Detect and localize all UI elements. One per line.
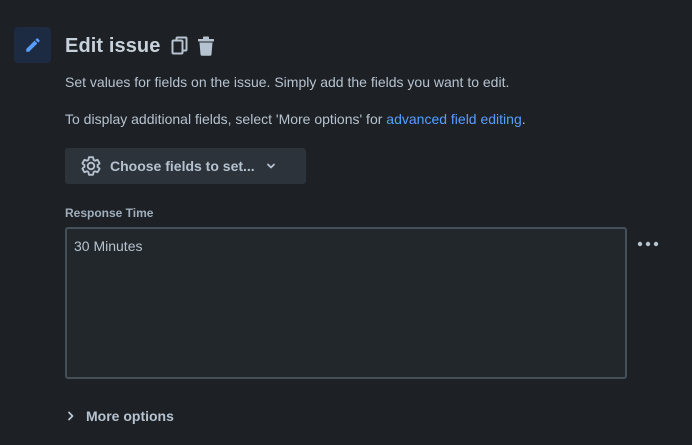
trash-icon[interactable] xyxy=(196,35,216,57)
description-line-1: Set values for fields on the issue. Simp… xyxy=(65,74,510,90)
gear-icon xyxy=(80,155,102,177)
chevron-right-icon xyxy=(64,409,78,423)
response-time-label: Response Time xyxy=(65,206,154,220)
response-time-field[interactable]: 30 Minutes xyxy=(65,227,627,379)
choose-fields-button[interactable]: Choose fields to set... xyxy=(65,148,306,184)
copy-icon[interactable] xyxy=(170,35,190,57)
pencil-icon xyxy=(14,27,51,63)
description-line-2: To display additional fields, select 'Mo… xyxy=(65,111,526,127)
title-actions xyxy=(170,35,216,57)
pencil-icon-svg xyxy=(25,38,40,52)
response-time-value: 30 Minutes xyxy=(74,238,143,254)
description-line-2-prefix: To display additional fields, select 'Mo… xyxy=(65,111,387,127)
description-line-2-suffix: . xyxy=(521,111,526,127)
more-options-toggle[interactable]: More options xyxy=(64,405,174,427)
choose-fields-label: Choose fields to set... xyxy=(110,158,255,174)
page-title: Edit issue xyxy=(65,34,161,57)
more-options-label: More options xyxy=(86,408,174,424)
title-row: Edit issue xyxy=(65,31,216,61)
advanced-field-editing-link[interactable]: advanced field editing xyxy=(386,111,521,127)
chevron-down-icon xyxy=(265,160,277,172)
more-horizontal-icon[interactable] xyxy=(634,232,662,256)
